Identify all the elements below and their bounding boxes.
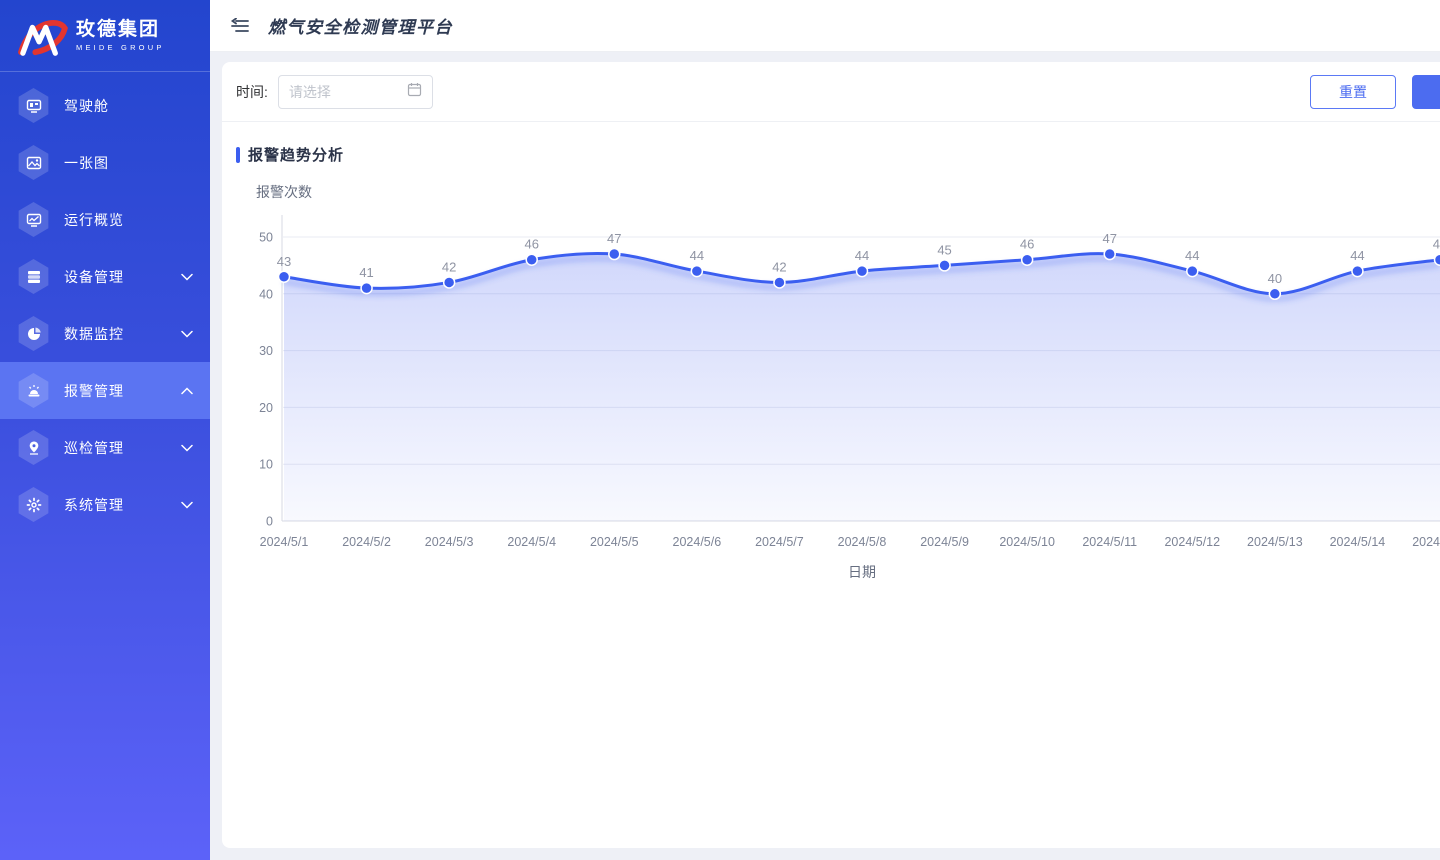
sidebar-item-map[interactable]: 一张图 [0,134,210,191]
svg-text:45: 45 [937,242,951,257]
filter-bar: 时间: 请选择 重置 查询 [222,62,1440,122]
svg-text:2024/5/4: 2024/5/4 [507,535,556,549]
company-name: 玫德集团 [76,19,165,41]
sidebar-item-label: 设备管理 [64,267,124,287]
sidebar-item-overview[interactable]: 运行概览 [0,191,210,248]
svg-text:2024/5/2: 2024/5/2 [342,535,391,549]
chevron-down-icon [181,273,193,281]
sidebar-item-label: 报警管理 [64,381,124,401]
pie-icon [17,316,50,351]
sidebar-item-patrol-mgmt[interactable]: 巡检管理 [0,419,210,476]
sidebar-item-label: 系统管理 [64,495,124,515]
chevron-down-icon [181,501,193,509]
svg-text:2024/5/1: 2024/5/1 [260,535,309,549]
svg-text:10: 10 [259,458,273,472]
svg-text:30: 30 [259,344,273,358]
svg-text:2024/5/10: 2024/5/10 [999,535,1055,549]
svg-text:2024/5/3: 2024/5/3 [425,535,474,549]
date-placeholder: 请选择 [289,82,407,102]
dashboard-icon [17,88,50,123]
svg-text:46: 46 [1020,237,1034,252]
pin-icon [17,430,50,465]
sidebar-item-system-mgmt[interactable]: 系统管理 [0,476,210,533]
time-filter-label: 时间: [236,82,268,102]
svg-text:2024/5/13: 2024/5/13 [1247,535,1303,549]
page-title: 燃气安全检测管理平台 [268,13,453,38]
trend-chart-svg: 43 41 42 46 47 44 42 44 45 46 47 44 40 44 46 0 10 20 30 40 5… [222,170,1440,600]
svg-text:43: 43 [277,254,291,269]
svg-text:44: 44 [855,248,869,263]
svg-text:46: 46 [1433,237,1440,252]
svg-text:2024/5/15: 2024/5/15 [1412,535,1440,549]
sidebar-item-label: 巡检管理 [64,438,124,458]
svg-text:47: 47 [1102,231,1116,246]
logo: 玫德集团 MEIDE GROUP [0,0,210,72]
calendar-icon [407,82,422,102]
svg-text:2024/5/11: 2024/5/11 [1082,535,1137,549]
sidebar-item-device-mgmt[interactable]: 设备管理 [0,248,210,305]
sidebar-item-label: 数据监控 [64,324,124,344]
section-title: 报警趋势分析 [248,144,344,165]
svg-text:2024/5/9: 2024/5/9 [920,535,969,549]
svg-text:44: 44 [1185,248,1199,263]
section-header: 报警趋势分析 [236,144,1440,165]
device-icon [17,259,50,294]
chevron-down-icon [181,330,193,338]
sidebar-item-label: 驾驶舱 [64,96,109,116]
alarm-trend-chart: 43 41 42 46 47 44 42 44 45 46 47 44 40 44 46 0 10 20 30 40 5… [222,170,1440,600]
svg-text:2024/5/14: 2024/5/14 [1330,535,1386,549]
svg-text:2024/5/7: 2024/5/7 [755,535,804,549]
chevron-up-icon [181,387,193,395]
svg-text:2024/5/6: 2024/5/6 [673,535,722,549]
svg-text:2024/5/5: 2024/5/5 [590,535,639,549]
svg-text:44: 44 [690,248,704,263]
monitor-icon [17,202,50,237]
sidebar-item-alarm-mgmt[interactable]: 报警管理 [0,362,210,419]
svg-text:日期: 日期 [848,564,876,580]
svg-text:2024/5/8: 2024/5/8 [838,535,887,549]
sidebar-item-data-monitor[interactable]: 数据监控 [0,305,210,362]
svg-text:2024/5/12: 2024/5/12 [1164,535,1220,549]
svg-text:42: 42 [442,259,456,274]
chevron-down-icon [181,444,193,452]
map-icon [17,145,50,180]
svg-text:0: 0 [266,515,273,529]
date-picker-input[interactable]: 请选择 [278,75,433,109]
svg-text:46: 46 [524,237,538,252]
svg-text:47: 47 [607,231,621,246]
content-card: 时间: 请选择 重置 查询 报警趋势分析 4341424647444244454… [222,62,1440,848]
meide-logo-icon [14,15,68,57]
svg-text:报警次数: 报警次数 [256,184,312,200]
top-header: 燃气安全检测管理平台 [210,0,1440,52]
collapse-sidebar-icon[interactable] [230,17,252,35]
sidebar-nav: 驾驶舱 一张图 运行概览 设备管理 [0,72,210,533]
svg-text:50: 50 [259,231,273,245]
sidebar-item-cockpit[interactable]: 驾驶舱 [0,77,210,134]
sidebar-item-label: 一张图 [64,153,109,173]
sidebar: 玫德集团 MEIDE GROUP 驾驶舱 一张图 运行概览 [0,0,210,860]
company-name-en: MEIDE GROUP [76,43,165,52]
reset-button[interactable]: 重置 [1310,75,1396,109]
svg-text:40: 40 [1268,271,1282,286]
gear-icon [17,487,50,522]
query-button[interactable]: 查询 [1412,75,1440,109]
svg-text:41: 41 [359,265,373,280]
sidebar-item-label: 运行概览 [64,210,124,230]
svg-text:44: 44 [1350,248,1364,263]
svg-text:20: 20 [259,401,273,415]
svg-text:40: 40 [259,287,273,301]
alarm-icon [17,373,50,408]
svg-text:42: 42 [772,259,786,274]
section-accent-bar [236,147,240,163]
